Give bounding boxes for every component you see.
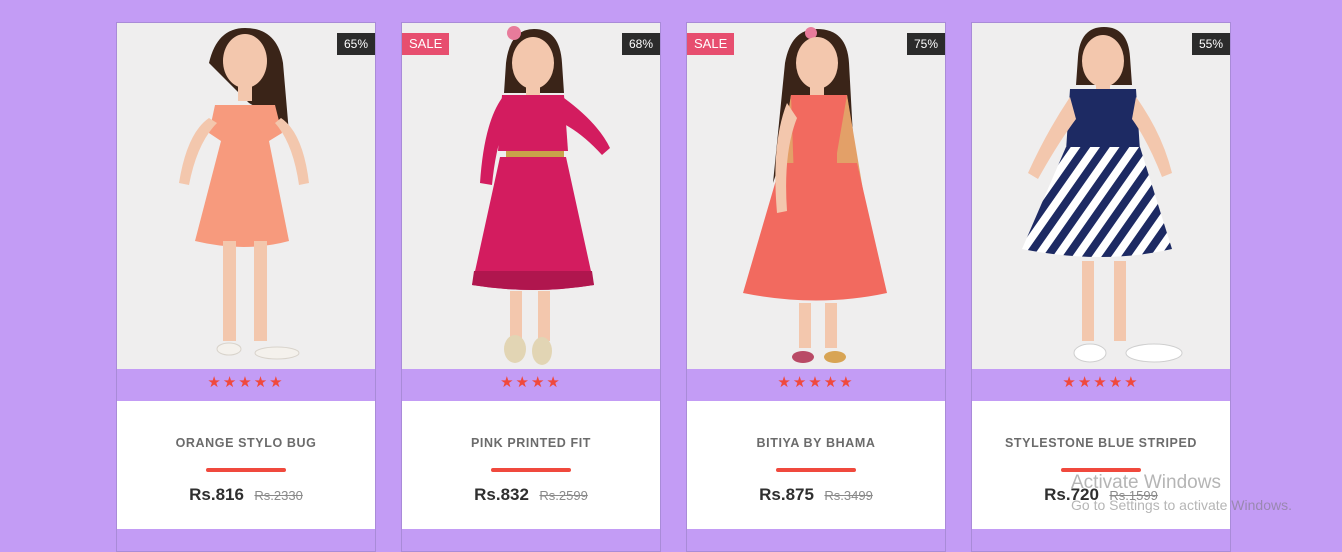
product-title[interactable]: ORANGE STYLO BUG: [117, 436, 375, 450]
divider-bar: [491, 468, 571, 472]
discount-badge: 75%: [906, 33, 945, 55]
product-image[interactable]: 65%: [117, 23, 375, 369]
product-image[interactable]: 55%: [972, 23, 1230, 369]
girl-blue-striped-dress-image: [1022, 27, 1183, 363]
price-row: Rs.832 Rs.2599: [402, 485, 660, 505]
price-row: Rs.816 Rs.2330: [117, 485, 375, 505]
activate-windows-watermark: Activate Windows Go to Settings to activ…: [1071, 472, 1292, 513]
sale-badge: SALE: [687, 33, 735, 55]
product-info: ORANGE STYLO BUG Rs.816 Rs.2330: [117, 401, 375, 529]
product-card[interactable]: 65% ★★★★★ ORANGE STYLO BUG Rs.816 Rs.233…: [116, 22, 376, 552]
current-price: Rs.816: [189, 485, 244, 504]
product-title[interactable]: PINK PRINTED FIT: [402, 436, 660, 450]
star-rating: ★★★★★: [777, 374, 855, 391]
girl-pink-dress-image: [472, 26, 610, 365]
discount-badge: 55%: [1191, 33, 1230, 55]
discount-badge: 68%: [621, 33, 660, 55]
star-rating: ★★★★★: [1062, 374, 1140, 391]
sale-badge: SALE: [402, 33, 450, 55]
product-card[interactable]: SALE 68% ★★★★ PINK PRINTED FIT Rs.832 Rs…: [401, 22, 661, 552]
girl-coral-dress-image: [743, 27, 887, 363]
girl-orange-dress-image: [179, 28, 309, 360]
product-image[interactable]: SALE 75%: [687, 23, 945, 369]
original-price: Rs.3499: [824, 488, 873, 503]
original-price: Rs.2330: [254, 488, 303, 503]
divider-bar: [206, 468, 286, 472]
divider-bar: [776, 468, 856, 472]
original-price: Rs.2599: [539, 488, 588, 503]
product-title[interactable]: STYLESTONE BLUE STRIPED: [972, 436, 1230, 450]
product-image[interactable]: SALE 68%: [402, 23, 660, 369]
product-info: BITIYA BY BHAMA Rs.875 Rs.3499: [687, 401, 945, 529]
star-rating: ★★★★: [500, 374, 562, 391]
watermark-subtitle: Go to Settings to activate Windows.: [1071, 497, 1292, 513]
star-rating: ★★★★★: [207, 374, 285, 391]
product-info: PINK PRINTED FIT Rs.832 Rs.2599: [402, 401, 660, 529]
watermark-title: Activate Windows: [1071, 472, 1221, 493]
price-row: Rs.875 Rs.3499: [687, 485, 945, 505]
discount-badge: 65%: [336, 33, 375, 55]
current-price: Rs.875: [759, 485, 814, 504]
product-card[interactable]: SALE 75% ★★★★★ BITIYA BY BHAMA Rs.875 Rs…: [686, 22, 946, 552]
product-title[interactable]: BITIYA BY BHAMA: [687, 436, 945, 450]
current-price: Rs.832: [474, 485, 529, 504]
